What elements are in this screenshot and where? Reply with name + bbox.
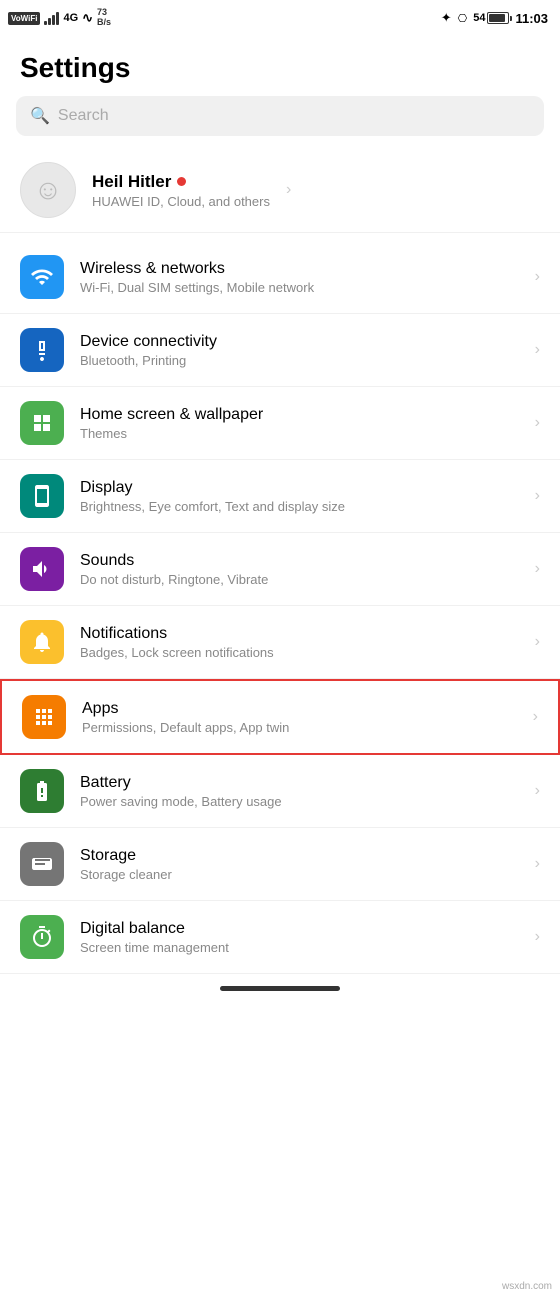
device-connectivity-text: Device connectivity Bluetooth, Printing [80,333,519,368]
bluetooth-icon: ✦ [441,10,452,26]
battery-icon [487,12,509,24]
device-connectivity-chevron-icon: › [535,341,540,359]
battery-settings-subtitle: Power saving mode, Battery usage [80,794,519,809]
search-icon: 🔍 [30,106,50,126]
status-right: ✦ ⎔ 54 11:03 [441,10,548,26]
vibrate-icon: ⎔ [458,12,468,25]
device-connectivity-subtitle: Bluetooth, Printing [80,353,519,368]
profile-name-text: Heil Hitler [92,172,171,192]
search-bar[interactable]: 🔍 Search [16,96,544,136]
profile-chevron-icon: › [286,181,291,199]
settings-list: Wireless & networks Wi-Fi, Dual SIM sett… [0,241,560,974]
battery-level: 54 [473,12,485,24]
digital-balance-icon [20,915,64,959]
settings-item-home-screen[interactable]: Home screen & wallpaper Themes › [0,387,560,460]
wireless-subtitle: Wi-Fi, Dual SIM settings, Mobile network [80,280,519,295]
watermark: wsxdn.com [502,1281,552,1292]
home-screen-subtitle: Themes [80,426,519,441]
sounds-title: Sounds [80,552,519,570]
battery-settings-title: Battery [80,774,519,792]
home-bar [220,986,340,991]
vowifi-badge: VoWiFi [8,12,40,25]
avatar-icon: ☺ [34,174,63,206]
settings-item-device-connectivity[interactable]: Device connectivity Bluetooth, Printing … [0,314,560,387]
battery-settings-chevron-icon: › [535,782,540,800]
home-screen-chevron-icon: › [535,414,540,432]
battery-settings-icon [20,769,64,813]
signal-bars-icon [44,11,59,25]
apps-title: Apps [82,700,517,718]
settings-item-display[interactable]: Display Brightness, Eye comfort, Text an… [0,460,560,533]
display-chevron-icon: › [535,487,540,505]
clock: 11:03 [515,11,548,26]
settings-item-notifications[interactable]: Notifications Badges, Lock screen notifi… [0,606,560,679]
home-screen-text: Home screen & wallpaper Themes [80,406,519,441]
apps-text: Apps Permissions, Default apps, App twin [82,700,517,735]
home-indicator [0,974,560,1007]
notifications-subtitle: Badges, Lock screen notifications [80,645,519,660]
wireless-text: Wireless & networks Wi-Fi, Dual SIM sett… [80,260,519,295]
notifications-chevron-icon: › [535,633,540,651]
home-screen-icon [20,401,64,445]
sounds-icon [20,547,64,591]
battery-settings-text: Battery Power saving mode, Battery usage [80,774,519,809]
page-title: Settings [0,36,560,96]
profile-info: Heil Hitler HUAWEI ID, Cloud, and others [92,172,270,209]
digital-balance-subtitle: Screen time management [80,940,519,955]
settings-item-digital-balance[interactable]: Digital balance Screen time management › [0,901,560,974]
profile-section[interactable]: ☺ Heil Hitler HUAWEI ID, Cloud, and othe… [0,148,560,233]
settings-item-battery[interactable]: Battery Power saving mode, Battery usage… [0,755,560,828]
settings-item-sounds[interactable]: Sounds Do not disturb, Ringtone, Vibrate… [0,533,560,606]
network-speed: 73B/s [97,8,111,28]
sounds-text: Sounds Do not disturb, Ringtone, Vibrate [80,552,519,587]
settings-item-apps[interactable]: Apps Permissions, Default apps, App twin… [0,679,560,755]
notifications-text: Notifications Badges, Lock screen notifi… [80,625,519,660]
search-input[interactable]: Search [58,107,109,125]
wireless-chevron-icon: › [535,268,540,286]
apps-chevron-icon: › [533,708,538,726]
storage-title: Storage [80,847,519,865]
notifications-icon [20,620,64,664]
display-icon [20,474,64,518]
display-title: Display [80,479,519,497]
profile-name: Heil Hitler [92,172,270,192]
sounds-chevron-icon: › [535,560,540,578]
storage-text: Storage Storage cleaner [80,847,519,882]
digital-balance-chevron-icon: › [535,928,540,946]
home-screen-title: Home screen & wallpaper [80,406,519,424]
status-bar: VoWiFi 4G ∿ 73B/s ✦ ⎔ 54 11:03 [0,0,560,36]
notifications-title: Notifications [80,625,519,643]
profile-subtitle: HUAWEI ID, Cloud, and others [92,194,270,209]
digital-balance-title: Digital balance [80,920,519,938]
battery-indicator: 54 [473,12,509,24]
wireless-icon [20,255,64,299]
settings-item-wireless[interactable]: Wireless & networks Wi-Fi, Dual SIM sett… [0,241,560,314]
status-left: VoWiFi 4G ∿ 73B/s [8,8,111,28]
apps-icon [22,695,66,739]
storage-subtitle: Storage cleaner [80,867,519,882]
avatar: ☺ [20,162,76,218]
settings-item-storage[interactable]: Storage Storage cleaner › [0,828,560,901]
display-text: Display Brightness, Eye comfort, Text an… [80,479,519,514]
network-type: 4G [63,12,78,24]
wireless-title: Wireless & networks [80,260,519,278]
storage-chevron-icon: › [535,855,540,873]
wifi-status-icon: ∿ [82,10,93,26]
sounds-subtitle: Do not disturb, Ringtone, Vibrate [80,572,519,587]
display-subtitle: Brightness, Eye comfort, Text and displa… [80,499,519,514]
storage-icon [20,842,64,886]
digital-balance-text: Digital balance Screen time management [80,920,519,955]
apps-subtitle: Permissions, Default apps, App twin [82,720,517,735]
online-indicator [177,177,186,186]
device-connectivity-icon [20,328,64,372]
device-connectivity-title: Device connectivity [80,333,519,351]
